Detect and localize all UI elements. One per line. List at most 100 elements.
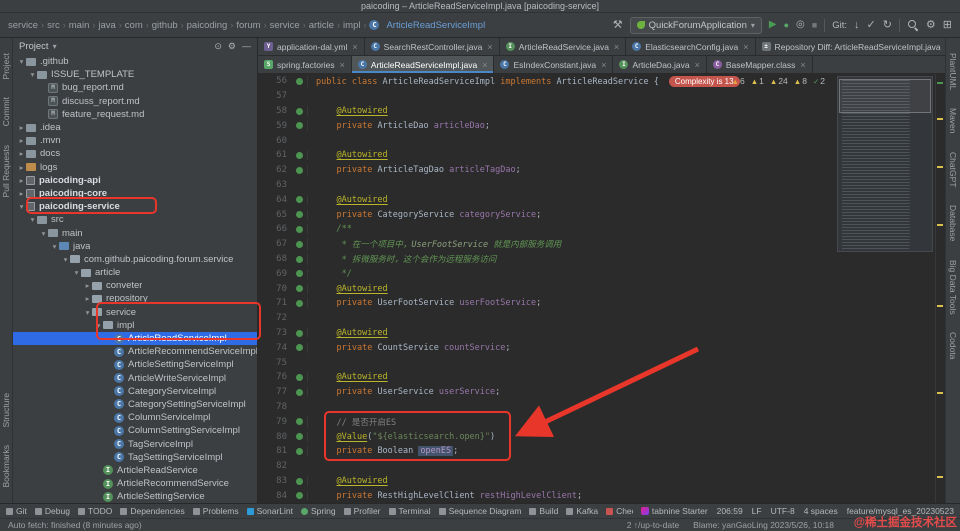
line-number[interactable]: 80 bbox=[258, 432, 292, 442]
close-icon[interactable]: × bbox=[601, 60, 606, 70]
inspections-widget[interactable]: ▲ 6 ▲ 1 ▲ 24 ▲ 8 ✓ 2 bbox=[732, 76, 825, 86]
line-number[interactable]: 57 bbox=[258, 91, 292, 101]
editor-tab[interactable]: I ArticleReadService.java × bbox=[500, 38, 627, 55]
code-text[interactable]: */ bbox=[307, 268, 945, 279]
code-text[interactable]: private Boolean openES; bbox=[307, 446, 945, 457]
search-icon[interactable] bbox=[907, 19, 919, 31]
line-number[interactable]: 64 bbox=[258, 195, 292, 205]
editor-tab[interactable]: C ArticleReadServiceImpl.java × bbox=[351, 56, 495, 73]
breadcrumb-item[interactable]: main bbox=[69, 20, 90, 31]
tool-window-button-build[interactable]: Build bbox=[529, 506, 558, 516]
tree-toggle-icon[interactable]: ▸ bbox=[17, 123, 26, 132]
code-text[interactable]: @Autowired bbox=[307, 475, 945, 486]
line-number[interactable]: 74 bbox=[258, 343, 292, 353]
tree-item[interactable]: ▾ paicoding-service bbox=[13, 200, 257, 213]
tree-toggle-icon[interactable]: ▾ bbox=[17, 202, 26, 211]
tree-item[interactable]: ▸ docs bbox=[13, 147, 257, 160]
editor-tab[interactable]: C BaseMapper.class × bbox=[707, 56, 813, 73]
tree-item[interactable]: ▾ src bbox=[13, 213, 257, 226]
code-text[interactable]: @Autowired bbox=[307, 372, 945, 383]
code-text[interactable]: // 是否开启ES bbox=[307, 415, 945, 428]
tool-window-button-dependencies[interactable]: Dependencies bbox=[120, 506, 185, 516]
tree-toggle-icon[interactable]: ▾ bbox=[17, 57, 26, 66]
inspection-count[interactable]: ▲ 1 bbox=[751, 76, 764, 86]
breadcrumb-item[interactable]: java bbox=[98, 20, 115, 31]
tree-toggle-icon[interactable]: ▾ bbox=[83, 308, 92, 317]
tree-item[interactable]: ▾ java bbox=[13, 240, 257, 253]
tool-button-maven[interactable]: Maven bbox=[948, 108, 958, 134]
minimap-viewport[interactable] bbox=[839, 79, 931, 113]
editor-tab[interactable]: C SearchRestController.java × bbox=[365, 38, 500, 55]
layout-icon[interactable]: ⊞ bbox=[943, 19, 952, 31]
tool-window-button-sequence-diagram[interactable]: Sequence Diagram bbox=[438, 506, 521, 516]
tree-item[interactable]: C CategoryServiceImpl bbox=[13, 385, 257, 398]
line-number[interactable]: 73 bbox=[258, 328, 292, 338]
hammer-icon[interactable]: ⚒ bbox=[613, 19, 623, 31]
editor-tab[interactable]: I ArticleDao.java × bbox=[613, 56, 707, 73]
tool-button-chatgpt[interactable]: ChatGPT bbox=[948, 152, 958, 187]
tool-button-codota[interactable]: Codota bbox=[948, 332, 958, 359]
tree-item[interactable]: ▸ paicoding-core bbox=[13, 187, 257, 200]
tool-window-button-debug[interactable]: Debug bbox=[34, 506, 70, 516]
tool-button-bookmarks[interactable]: Bookmarks bbox=[1, 445, 11, 488]
editor-tab[interactable]: C EsIndexConstant.java × bbox=[494, 56, 614, 73]
tree-item[interactable]: I ArticleSettingService bbox=[13, 490, 257, 503]
breadcrumb-item[interactable]: github bbox=[152, 20, 178, 31]
tree-item[interactable]: ▸ .idea bbox=[13, 121, 257, 134]
tree-item[interactable]: ▾ main bbox=[13, 226, 257, 239]
line-number[interactable]: 69 bbox=[258, 269, 292, 279]
code-text[interactable]: private CountService countService; bbox=[307, 342, 945, 353]
breadcrumb-item[interactable]: paicoding bbox=[187, 20, 228, 31]
settings-icon[interactable]: ⚙ bbox=[228, 42, 236, 51]
tool-button-big-data-tools[interactable]: Big Data Tools bbox=[948, 260, 958, 315]
code-text[interactable]: @Value("${elasticsearch.open}") bbox=[307, 431, 945, 442]
line-number[interactable]: 76 bbox=[258, 372, 292, 382]
inspection-count[interactable]: ✓ 2 bbox=[813, 76, 825, 86]
chevron-down-icon[interactable]: ▾ bbox=[53, 42, 57, 51]
tool-window-button-profiler[interactable]: Profiler bbox=[343, 506, 381, 516]
locate-icon[interactable]: ⊙ bbox=[214, 42, 222, 51]
tool-window-button-terminal[interactable]: Terminal bbox=[388, 506, 431, 516]
tree-item[interactable]: Mfeature_request.md bbox=[13, 108, 257, 121]
line-number[interactable]: 67 bbox=[258, 239, 292, 249]
line-number[interactable]: 83 bbox=[258, 476, 292, 486]
breadcrumb-current-file[interactable]: ArticleReadServiceImpl bbox=[386, 20, 485, 31]
line-number[interactable]: 70 bbox=[258, 284, 292, 294]
tool-window-button-checkstyle[interactable]: CheckStyle bbox=[606, 506, 633, 516]
breadcrumb-item[interactable]: service bbox=[8, 20, 38, 31]
tabnine-status[interactable]: tabnine Starter bbox=[640, 506, 708, 516]
tree-item[interactable]: ▾ service bbox=[13, 306, 257, 319]
tree-item[interactable]: I ArticleReadService bbox=[13, 464, 257, 477]
line-number[interactable]: 72 bbox=[258, 313, 292, 323]
close-icon[interactable]: × bbox=[487, 42, 492, 52]
editor-tab[interactable]: ± Repository Diff: ArticleReadServiceImpl… bbox=[756, 38, 945, 55]
breadcrumb-item[interactable]: service bbox=[270, 20, 300, 31]
coverage-icon[interactable]: ◎ bbox=[796, 20, 805, 30]
close-icon[interactable]: × bbox=[800, 60, 805, 70]
line-number[interactable]: 77 bbox=[258, 387, 292, 397]
tool-window-button-todo[interactable]: TODO bbox=[77, 506, 112, 516]
tree-toggle-icon[interactable]: ▸ bbox=[17, 149, 26, 158]
tree-toggle-icon[interactable]: ▾ bbox=[28, 215, 37, 224]
line-number[interactable]: 82 bbox=[258, 461, 292, 471]
tool-button-database[interactable]: Database bbox=[948, 205, 958, 241]
tree-item[interactable]: C ColumnSettingServiceImpl bbox=[13, 424, 257, 437]
close-icon[interactable]: × bbox=[340, 60, 345, 70]
line-number[interactable]: 68 bbox=[258, 254, 292, 264]
stripe-mark[interactable] bbox=[937, 82, 943, 84]
settings-icon[interactable]: ⚙ bbox=[926, 19, 936, 31]
tree-item[interactable]: ▸ repository bbox=[13, 292, 257, 305]
tree-toggle-icon[interactable]: ▸ bbox=[17, 189, 26, 198]
code-text[interactable]: * 拆微服务时，这个会作为远程服务访问 bbox=[307, 252, 945, 265]
editor-tab[interactable]: Sspring.factories × bbox=[258, 56, 352, 73]
tree-item[interactable]: C CategorySettingServiceImpl bbox=[13, 398, 257, 411]
tree-item[interactable]: ▾ impl bbox=[13, 319, 257, 332]
close-icon[interactable]: × bbox=[743, 42, 748, 52]
tree-toggle-icon[interactable]: ▾ bbox=[94, 321, 103, 330]
tool-button-pull-requests[interactable]: Pull Requests bbox=[1, 145, 11, 197]
tool-window-button-git[interactable]: Git bbox=[6, 506, 27, 516]
play-icon[interactable]: ▶ bbox=[769, 20, 777, 30]
line-number[interactable]: 75 bbox=[258, 358, 292, 368]
line-number[interactable]: 59 bbox=[258, 121, 292, 131]
stripe-mark[interactable] bbox=[937, 118, 943, 120]
